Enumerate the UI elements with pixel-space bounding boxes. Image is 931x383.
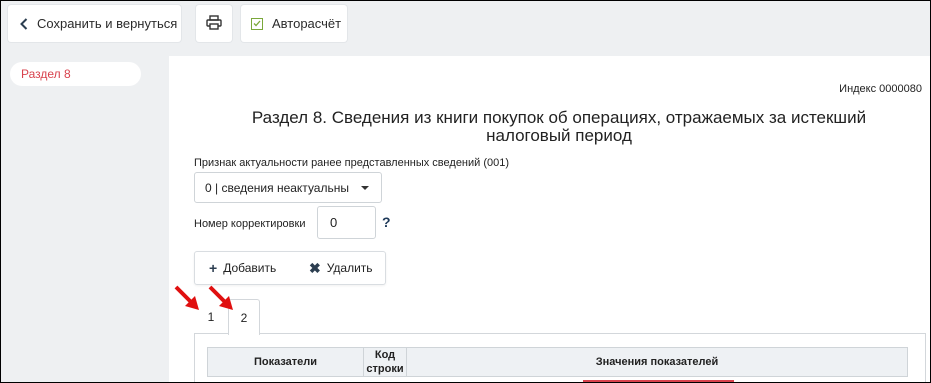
form-panel: Индекс 0000080 Раздел 8. Сведения из кни… bbox=[169, 56, 930, 382]
save-and-return-label: Сохранить и вернуться bbox=[37, 16, 178, 31]
correction-number-input[interactable] bbox=[317, 206, 376, 239]
header-indicators: Показатели bbox=[207, 347, 364, 377]
checkbox-icon[interactable] bbox=[251, 17, 263, 30]
auto-calc-label: Авторасчёт bbox=[272, 16, 342, 31]
printer-icon bbox=[206, 14, 222, 33]
save-and-return-button[interactable]: Сохранить и вернуться bbox=[8, 5, 181, 42]
help-icon[interactable]: ? bbox=[382, 214, 391, 230]
sidebar-item-label: Раздел 8 bbox=[21, 67, 71, 81]
delete-label: Удалить bbox=[326, 261, 373, 275]
add-label: Добавить bbox=[223, 261, 277, 275]
caret-down-icon bbox=[361, 186, 369, 190]
highlight-bar bbox=[583, 380, 734, 382]
tab-label: 2 bbox=[240, 310, 248, 325]
relevance-select[interactable]: 0 | сведения неактуальны bbox=[194, 172, 382, 203]
sidebar-item-section-8[interactable]: Раздел 8 bbox=[10, 62, 141, 86]
indicators-table: Показатели Код строки Значения показател… bbox=[207, 347, 908, 377]
header-values: Значения показателей bbox=[406, 347, 908, 377]
row-actions: + Добавить ✖ Удалить bbox=[194, 251, 386, 285]
auto-calc-toggle[interactable]: Авторасчёт bbox=[241, 5, 347, 42]
red-arrow-icon bbox=[174, 285, 199, 310]
plus-icon: + bbox=[209, 260, 218, 276]
print-button[interactable] bbox=[196, 5, 232, 42]
relevance-label: Признак актуальности ранее представленны… bbox=[194, 157, 510, 169]
red-arrow-icon bbox=[208, 285, 233, 310]
page-title: Раздел 8. Сведения из книги покупок об о… bbox=[251, 108, 867, 145]
relevance-value: 0 | сведения неактуальны bbox=[205, 180, 349, 195]
header-line-code: Код строки bbox=[363, 347, 407, 377]
correction-label: Номер корректировки bbox=[194, 218, 306, 230]
app-window: Сохранить и вернуться Авторасчёт Раздел … bbox=[0, 0, 931, 383]
close-icon: ✖ bbox=[309, 260, 321, 276]
tab-panel: Показатели Код строки Значения показател… bbox=[194, 333, 926, 382]
chevron-left-icon bbox=[20, 17, 28, 30]
add-button[interactable]: + Добавить bbox=[209, 261, 276, 275]
delete-button[interactable]: ✖ Удалить bbox=[309, 261, 373, 275]
form-index: Индекс 0000080 bbox=[839, 83, 922, 95]
